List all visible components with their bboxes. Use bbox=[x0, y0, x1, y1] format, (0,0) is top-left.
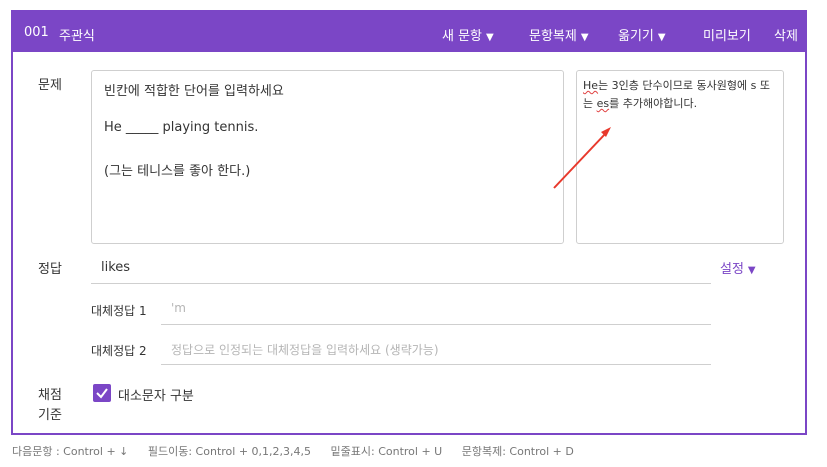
alt-answer-input[interactable]: 'm bbox=[161, 295, 711, 325]
question-line: He _____ playing tennis. bbox=[104, 120, 259, 135]
answer-input[interactable]: likes bbox=[91, 254, 711, 284]
copy-question-label: 문항복제 bbox=[529, 29, 577, 44]
alt-answer-input[interactable]: 정답으로 인정되는 대체정답을 입력하세요 (생략가능) bbox=[161, 335, 711, 365]
question-card: 001 주관식 새 문항 ▼ 문항복제 ▼ 옮기기 ▼ 미리보기 삭제 문제 빈칸에 … bbox=[11, 10, 807, 435]
new-question-button[interactable]: 새 문항 ▼ bbox=[442, 25, 494, 44]
case-sensitive-label: 대소문자 구분 bbox=[118, 389, 194, 404]
question-label: 문제 bbox=[38, 78, 62, 93]
question-text-input[interactable]: 빈칸에 적합한 단어를 입력하세요 He _____ playing tenni… bbox=[91, 70, 564, 244]
alt-answer-label: 대체정답 2 bbox=[91, 344, 147, 358]
question-type: 주관식 bbox=[59, 29, 95, 44]
shortcut-field-move: 필드이동: Control + 0,1,2,3,4,5 bbox=[147, 445, 312, 458]
preview-button[interactable]: 미리보기 bbox=[703, 25, 751, 44]
caret-down-icon: ▼ bbox=[657, 32, 666, 43]
copy-question-button[interactable]: 문항복제 ▼ bbox=[529, 25, 589, 44]
shortcut-underline: 밑줄표시: Control + U bbox=[330, 445, 443, 458]
alt-answer-label: 대체정답 1 bbox=[91, 304, 147, 318]
question-number: 001 bbox=[24, 25, 49, 40]
answer-setting-button[interactable]: 설정 ▼ bbox=[720, 258, 756, 277]
question-header: 001 주관식 새 문항 ▼ 문항복제 ▼ 옮기기 ▼ 미리보기 삭제 bbox=[13, 12, 805, 52]
grading-label: 채점 bbox=[38, 388, 62, 403]
caret-down-icon: ▼ bbox=[580, 32, 589, 43]
shortcut-copy: 문항복제: Control + D bbox=[461, 445, 574, 458]
arrow-annotation-icon bbox=[553, 127, 611, 189]
delete-button[interactable]: 삭제 bbox=[774, 25, 798, 44]
caret-down-icon: ▼ bbox=[747, 265, 756, 276]
move-button[interactable]: 옮기기 ▼ bbox=[618, 25, 666, 44]
case-sensitive-checkbox[interactable] bbox=[93, 384, 111, 402]
question-line: (그는 테니스를 좋아 한다.) bbox=[104, 164, 251, 179]
memo-text: He bbox=[583, 79, 599, 92]
shortcut-next: 다음문항 : Control + ↓ bbox=[12, 445, 129, 458]
setting-label: 설정 bbox=[720, 262, 744, 277]
answer-label: 정답 bbox=[38, 262, 62, 277]
question-line: 빈칸에 적합한 단어를 입력하세요 bbox=[104, 84, 284, 99]
shortcut-hints: 다음문항 : Control + ↓ 필드이동: Control + 0,1,2… bbox=[12, 443, 590, 459]
alt-answer-placeholder: 정답으로 인정되는 대체정답을 입력하세요 (생략가능) bbox=[171, 343, 439, 357]
memo-text: 를 추가해야합니다. bbox=[609, 97, 698, 110]
move-label: 옮기기 bbox=[618, 29, 654, 44]
check-icon bbox=[96, 388, 108, 399]
alt-answer-value: 'm bbox=[171, 301, 186, 315]
new-question-label: 새 문항 bbox=[442, 29, 483, 44]
memo-text: es bbox=[596, 97, 610, 110]
caret-down-icon: ▼ bbox=[486, 32, 494, 43]
grading-label: 기준 bbox=[38, 408, 62, 423]
